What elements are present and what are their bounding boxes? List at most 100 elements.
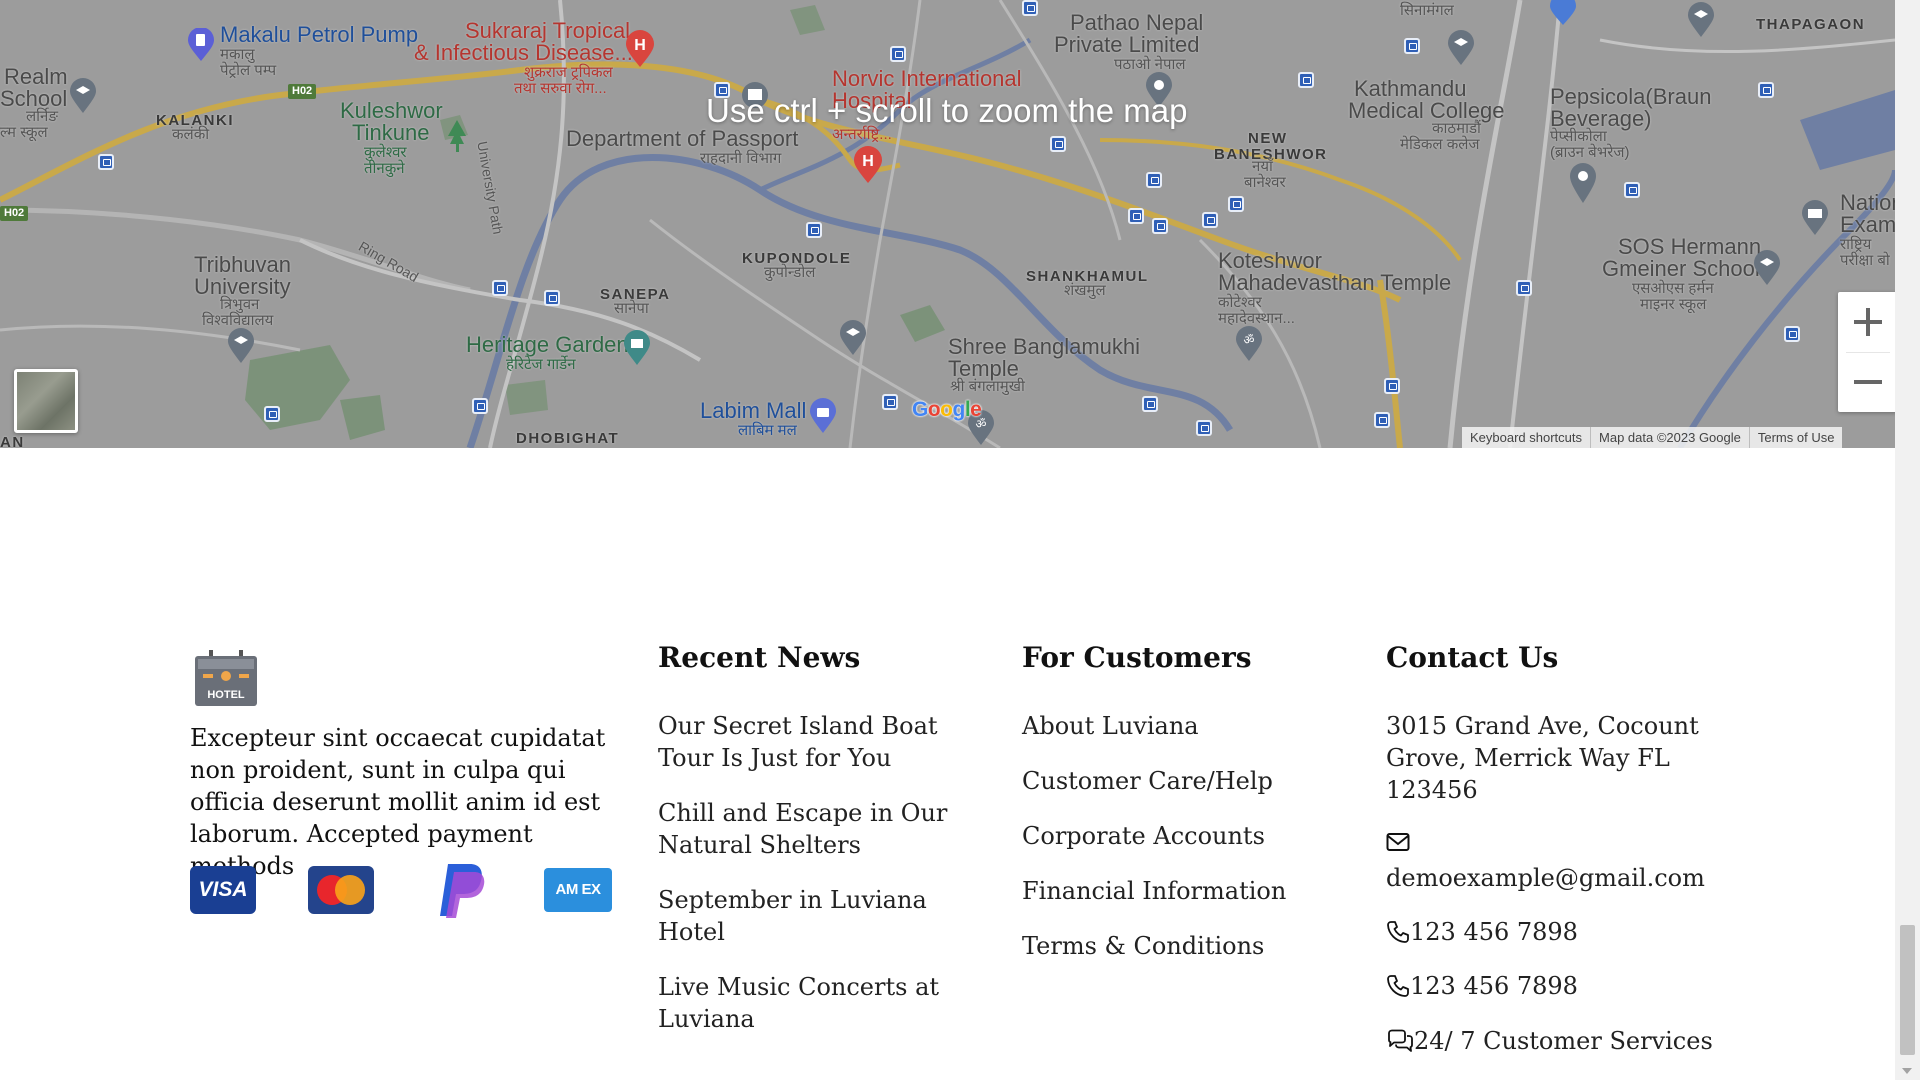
bus-stop-icon[interactable] <box>890 46 906 62</box>
visa-icon: VISA <box>190 866 256 914</box>
map-label-sos-dev: एसओएस हर्मन <box>1632 280 1714 297</box>
bus-stop-icon[interactable] <box>1384 378 1400 394</box>
customer-link[interactable]: Corporate Accounts <box>1022 820 1342 852</box>
customer-link[interactable]: Terms & Conditions <box>1022 930 1342 962</box>
map-label-koteshwor: Koteshwor <box>1218 248 1322 273</box>
customer-service: 24/ 7 Customer Services <box>1386 1025 1713 1057</box>
news-link[interactable]: Chill and Escape in Our Natural Shelters <box>658 797 998 861</box>
plus-icon <box>1866 308 1870 336</box>
map-label-edge: AN <box>0 434 25 448</box>
school-pin-icon[interactable] <box>1686 2 1716 38</box>
park-pin-icon[interactable] <box>622 330 652 366</box>
bus-stop-icon[interactable] <box>1374 412 1390 428</box>
contact-phone[interactable]: 123 456 7898 <box>1386 970 1578 1002</box>
news-link[interactable]: September in Luviana Hotel <box>658 884 998 948</box>
scrollbar-thumb[interactable] <box>1900 925 1915 1055</box>
recent-news-heading: Recent News <box>658 641 861 674</box>
map-type-toggle[interactable] <box>14 369 78 433</box>
email-row <box>1386 832 1410 852</box>
school-pin-icon[interactable] <box>68 78 98 114</box>
bus-stop-icon[interactable] <box>1758 82 1774 98</box>
map-label-makalu-dev: पेट्रोल पम्प <box>220 62 277 79</box>
temple-pin-icon[interactable]: ॐ <box>1234 326 1264 362</box>
bus-stop-icon[interactable] <box>544 290 560 306</box>
bus-stop-icon[interactable] <box>472 398 488 414</box>
keyboard-shortcuts-link[interactable]: Keyboard shortcuts <box>1462 427 1591 448</box>
contact-phone-text: 123 456 7898 <box>1410 918 1578 946</box>
terms-of-use-link[interactable]: Terms of Use <box>1748 427 1843 448</box>
scroll-down-arrow-icon[interactable] <box>1902 1068 1912 1074</box>
bus-stop-icon[interactable] <box>1298 72 1314 88</box>
bus-stop-icon[interactable] <box>1202 212 1218 228</box>
bus-stop-icon[interactable] <box>1624 182 1640 198</box>
map-label-kuleshwor-dev: तीनकुने <box>364 160 405 177</box>
map-label-kuleshwor-dev: कुलेश्वर <box>364 144 407 161</box>
museum-pin-icon[interactable] <box>1800 200 1830 236</box>
map-label-pepsicola: Beverage) <box>1550 106 1652 131</box>
map-label-new-baneshwor-dev: नयाँ <box>1252 158 1273 175</box>
bus-stop-icon[interactable] <box>492 280 508 296</box>
fuel-pin-icon[interactable] <box>186 28 216 62</box>
bus-stop-icon[interactable] <box>1050 136 1066 152</box>
park-pin-icon[interactable] <box>444 116 470 156</box>
school-pin-icon[interactable] <box>226 328 256 364</box>
bus-stop-icon[interactable] <box>1022 0 1038 16</box>
news-link[interactable]: Our Secret Island Boat Tour Is Just for … <box>658 710 998 774</box>
map-label-kuleshwor: Kuleshwor <box>340 98 443 123</box>
map-label-tribhuvan: Tribhuvan <box>194 252 292 277</box>
bus-stop-icon[interactable] <box>882 394 898 410</box>
bus-stop-icon[interactable] <box>1146 172 1162 188</box>
map-label-tribhuvan-dev: विश्वविद्यालय <box>202 312 274 329</box>
bus-stop-icon[interactable] <box>1142 396 1158 412</box>
bus-stop-icon[interactable] <box>1228 196 1244 212</box>
customer-link[interactable]: Financial Information <box>1022 875 1342 907</box>
customer-link[interactable]: Customer Care/Help <box>1022 765 1342 797</box>
place-pin-icon[interactable] <box>1568 162 1598 204</box>
bus-stop-icon[interactable] <box>1152 218 1168 234</box>
svg-text:ॐ: ॐ <box>1244 333 1255 347</box>
contact-us-heading: Contact Us <box>1386 641 1559 674</box>
zoom-in-button[interactable] <box>1838 292 1895 352</box>
map-label-realm: Realm <box>4 64 68 89</box>
bus-stop-icon[interactable] <box>1404 38 1420 54</box>
map-label-kathmandu-mc-dev: काठमाडौं <box>1432 120 1481 137</box>
hospital-pin-icon[interactable]: H <box>852 146 884 184</box>
zoom-controls <box>1838 292 1895 412</box>
map-label-national-dev: राष्ट्रिय <box>1840 236 1872 253</box>
svg-text:H: H <box>862 153 874 170</box>
zoom-out-button[interactable] <box>1838 352 1895 412</box>
map-label-passport-dev: राहदानी विभाग <box>700 150 782 167</box>
airport-pin-icon[interactable] <box>1548 0 1578 26</box>
school-pin-icon[interactable] <box>1752 250 1782 286</box>
highway-shield: H02 <box>288 84 317 99</box>
payment-methods: VISA AM EX <box>190 860 614 920</box>
shopping-pin-icon[interactable] <box>808 398 838 434</box>
school-pin-icon[interactable] <box>1446 30 1476 66</box>
hotel-logo[interactable]: HOTEL <box>195 650 257 706</box>
map-label-realm-dev: लर्निङ <box>26 108 58 125</box>
map-label-national: Nation <box>1840 190 1895 215</box>
hospital-pin-icon[interactable]: H <box>624 30 656 68</box>
map-label-pepsicola-dev: (ब्राउन बेभरेज) <box>1550 144 1630 161</box>
school-pin-icon[interactable] <box>838 320 868 356</box>
bus-stop-icon[interactable] <box>1784 326 1800 342</box>
customer-service-text: 24/ 7 Customer Services <box>1414 1027 1713 1055</box>
paypal-icon <box>440 864 485 918</box>
bus-stop-icon[interactable] <box>806 222 822 238</box>
page-scrollbar[interactable] <box>1895 0 1920 1080</box>
bus-stop-icon[interactable] <box>1196 420 1212 436</box>
map-label-sukraraj-dev: तथा सरुवा रोग... <box>514 80 607 97</box>
map-label-pathao: Private Limited <box>1054 32 1200 57</box>
bus-stop-icon[interactable] <box>264 406 280 422</box>
map-label-sukraraj: & Infectious Disease... <box>414 40 633 65</box>
customer-link[interactable]: About Luviana <box>1022 710 1342 742</box>
site-footer: HOTEL Excepteur sint occaecat cupidatat … <box>0 448 1895 1080</box>
news-link[interactable]: Live Music Concerts at Luviana <box>658 971 998 1035</box>
contact-phone[interactable]: 123 456 7898 <box>1386 916 1578 948</box>
bus-stop-icon[interactable] <box>1516 280 1532 296</box>
embedded-map[interactable]: H02 H02 Makalu Petrol Pump मकालु पेट्रोल… <box>0 0 1895 448</box>
bus-stop-icon[interactable] <box>98 154 114 170</box>
bus-stop-icon[interactable] <box>1128 208 1144 224</box>
contact-email[interactable]: demoexample@gmail.com <box>1386 862 1705 894</box>
map-label-shree-dev: श्री बंगलामुखी <box>950 378 1025 395</box>
